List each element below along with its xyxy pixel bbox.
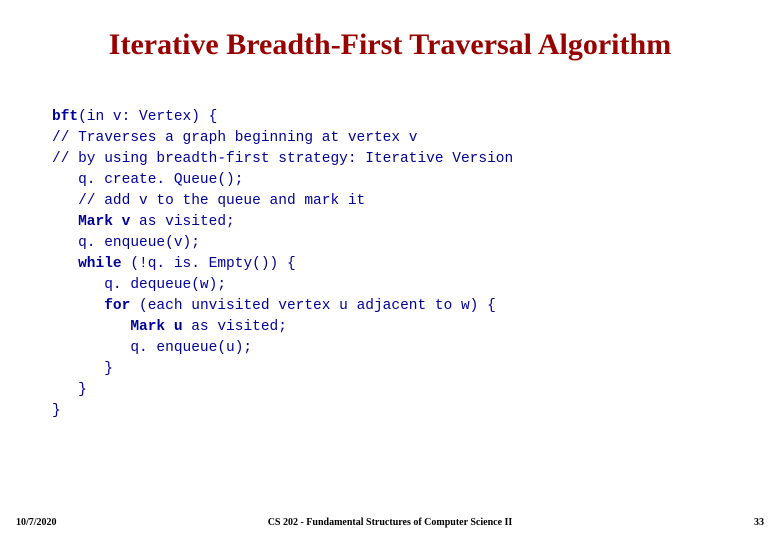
kw-mark: Mark v: [52, 214, 130, 230]
code-text: as visited;: [130, 214, 234, 230]
code-line: }: [52, 361, 113, 377]
code-line: while (!q. is. Empty()) {: [52, 256, 296, 272]
code-line: Mark u as visited;: [52, 319, 287, 335]
code-line: // by using breadth-first strategy: Iter…: [52, 151, 513, 167]
kw-for: for: [52, 298, 130, 314]
kw-bft: bft: [52, 109, 78, 125]
code-text: (!q. is. Empty()) {: [122, 256, 296, 272]
code-line: for (each unvisited vertex u adjacent to…: [52, 298, 496, 314]
code-text: as visited;: [183, 319, 287, 335]
slide-title: Iterative Breadth-First Traversal Algori…: [40, 0, 740, 86]
footer-page-number: 33: [754, 517, 764, 528]
code-line: q. create. Queue();: [52, 172, 243, 188]
code-line: }: [52, 403, 61, 419]
slide-footer: 10/7/2020 CS 202 - Fundamental Structure…: [0, 517, 780, 528]
code-text: (each unvisited vertex u adjacent to w) …: [130, 298, 495, 314]
footer-center: CS 202 - Fundamental Structures of Compu…: [0, 517, 780, 528]
code-line: bft(in v: Vertex) {: [52, 109, 217, 125]
code-line: Mark v as visited;: [52, 214, 235, 230]
code-block: bft(in v: Vertex) { // Traverses a graph…: [0, 86, 780, 422]
footer-date: 10/7/2020: [16, 517, 57, 528]
code-line: q. dequeue(w);: [52, 277, 226, 293]
code-line: q. enqueue(u);: [52, 340, 252, 356]
kw-while: while: [52, 256, 122, 272]
code-line: // add v to the queue and mark it: [52, 193, 365, 209]
code-line: q. enqueue(v);: [52, 235, 200, 251]
code-line: // Traverses a graph beginning at vertex…: [52, 130, 417, 146]
code-text: (in v: Vertex) {: [78, 109, 217, 125]
kw-mark: Mark u: [52, 319, 183, 335]
code-line: }: [52, 382, 87, 398]
